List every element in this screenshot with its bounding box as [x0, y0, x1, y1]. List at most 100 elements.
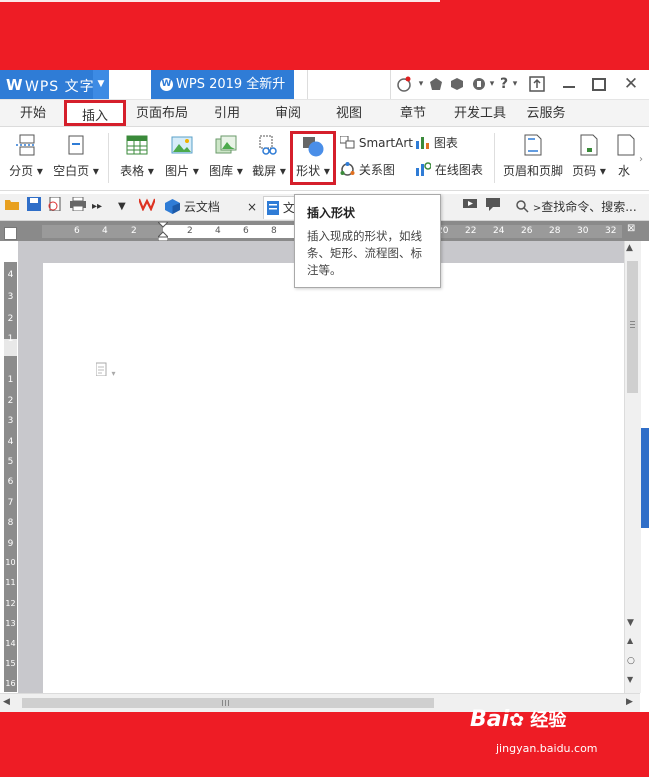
ruler-mark: 8 [271, 226, 277, 236]
gallery-button[interactable]: 图库 ▾ [205, 132, 247, 182]
heart-icon[interactable] [426, 70, 446, 99]
document-tab[interactable]: 文 [263, 196, 297, 219]
wps-logo-menu[interactable]: W WPS 文字 ▼ [0, 70, 109, 99]
chart-button[interactable]: 图表 [416, 134, 458, 152]
paste-options-icon[interactable]: ▾ [95, 362, 116, 379]
ruler-mark: 3 [7, 292, 14, 302]
app-name: WPS 文字 [25, 79, 95, 95]
ribbon-separator [108, 133, 109, 183]
gallery-icon [215, 135, 237, 154]
ruler-mark: 30 [577, 226, 589, 236]
tab-developer[interactable]: 开发工具 [449, 100, 511, 126]
smartart-button[interactable]: SmartArt [339, 134, 413, 152]
open-folder-icon[interactable] [5, 196, 21, 218]
skin-icon[interactable] [392, 70, 416, 99]
page-break-button[interactable]: 分页 ▾ [6, 132, 46, 182]
watermark-icon [617, 134, 635, 156]
blank-page-button[interactable]: 空白页 ▾ [50, 132, 102, 182]
export-pdf-icon[interactable] [48, 196, 66, 218]
document-page[interactable]: ▾ [43, 263, 624, 693]
chevron-right-icon[interactable]: › [639, 154, 643, 165]
top-edge [0, 0, 440, 2]
shape-tooltip: 插入形状 插入现成的形状，如线条、矩形、流程图、标注等。 [294, 194, 441, 288]
comment-icon[interactable] [486, 196, 502, 218]
smartart-icon [339, 135, 355, 149]
command-search[interactable]: >查找命令、搜索... [516, 196, 646, 218]
maximize-icon[interactable] [588, 70, 610, 99]
ruler-toggle-icon[interactable]: ⊠ [627, 223, 635, 234]
screenshot-button[interactable]: 截屏 ▾ [250, 132, 288, 182]
watermark-url: jingyan.baidu.com [496, 742, 598, 755]
table-button[interactable]: 表格 ▾ [116, 132, 158, 182]
ruler-mark: 15 [5, 659, 16, 668]
tab-review[interactable]: 审阅 [266, 100, 310, 126]
ruler-mark: 16 [5, 679, 16, 688]
watermark-brand: Bai [470, 707, 510, 732]
select-browse-icon[interactable]: ○ [627, 656, 635, 666]
restore-icon[interactable] [526, 70, 548, 99]
picture-button[interactable]: 图片 ▾ [160, 132, 204, 182]
online-chart-icon [416, 162, 432, 176]
tab-references[interactable]: 引用 [205, 100, 249, 126]
document-icon [267, 201, 279, 215]
more-icon[interactable]: ▸▸ [92, 196, 104, 218]
tab-home[interactable]: 开始 [10, 100, 56, 126]
header-footer-button[interactable]: 页眉和页脚 [500, 132, 566, 182]
page-number-button[interactable]: 页码 ▾ [568, 132, 610, 182]
watermark-button[interactable]: 水印 [612, 132, 640, 182]
close-icon[interactable]: × [247, 196, 257, 218]
indent-marker[interactable] [156, 221, 170, 242]
ruler-mark: 3 [7, 416, 14, 426]
chevron-down-icon[interactable]: ▼ [627, 618, 634, 628]
chevron-down-icon[interactable]: ▼ [93, 70, 109, 99]
vertical-scrollbar[interactable]: ▲ ▼ ▲ ○ ▼ [624, 241, 641, 693]
tab-insert[interactable]: 插入 [64, 100, 126, 126]
save-icon[interactable] [27, 196, 43, 218]
header-footer-label: 页眉和页脚 [502, 164, 563, 178]
tab-view[interactable]: 视图 [327, 100, 371, 126]
close-icon[interactable]: ✕ [620, 70, 642, 99]
relation-label: 关系图 [358, 163, 395, 177]
tab-chapter[interactable]: 章节 [391, 100, 435, 126]
screen-icon[interactable] [463, 196, 479, 218]
page-number-label: 页码 [572, 164, 597, 178]
shape-button[interactable]: 形状 ▾ [290, 131, 336, 185]
online-chart-button[interactable]: 在线图表 [416, 161, 483, 179]
chevron-left-icon[interactable]: ◀ [3, 697, 10, 707]
table-icon [126, 135, 148, 155]
scroll-thumb[interactable] [627, 261, 638, 393]
h-scroll-thumb[interactable] [22, 698, 434, 708]
tooltip-description: 插入现成的形状，如线条、矩形、流程图、标注等。 [307, 229, 422, 277]
ruler-mark: 24 [493, 226, 505, 236]
search-icon [516, 200, 529, 213]
chevron-down-icon[interactable]: ▾ [510, 70, 520, 99]
chevron-down-icon[interactable]: ▾ [416, 70, 426, 99]
tab-stop-selector[interactable] [4, 227, 17, 240]
ruler-mark: 26 [521, 226, 533, 236]
help-icon[interactable]: ? [497, 70, 511, 99]
prev-page-icon[interactable]: ▲ [627, 636, 633, 645]
minimize-icon[interactable] [558, 70, 580, 99]
tab-cloud-service[interactable]: 云服务 [520, 100, 572, 126]
relation-chart-button[interactable]: 关系图 [340, 161, 395, 179]
next-page-icon[interactable]: ▼ [627, 675, 633, 684]
cloud-docs-tab[interactable]: 云文档 [165, 196, 235, 218]
chevron-down-icon[interactable]: ▼ [118, 196, 130, 218]
wps-home-icon[interactable] [137, 196, 157, 218]
ruler-mark: 4 [7, 270, 14, 280]
print-icon[interactable] [70, 196, 88, 218]
tab-page-layout[interactable]: 页面布局 [132, 100, 192, 126]
paw-icon: ✿ [509, 710, 525, 731]
account-area[interactable] [307, 70, 391, 99]
hex-icon[interactable] [447, 70, 467, 99]
relation-icon [340, 162, 355, 176]
share-icon[interactable] [469, 70, 489, 99]
chevron-down-icon[interactable]: ▾ [487, 70, 497, 99]
cloud-docs-label: 云文档 [183, 200, 220, 214]
ruler-mark: 28 [549, 226, 561, 236]
side-panel-handle[interactable] [641, 428, 649, 528]
ruler-mark: 6 [7, 477, 14, 487]
upgrade-banner[interactable]: W WPS 2019 全新升级 [151, 70, 294, 121]
cube-icon [165, 199, 180, 214]
chevron-up-icon[interactable]: ▲ [626, 243, 633, 253]
